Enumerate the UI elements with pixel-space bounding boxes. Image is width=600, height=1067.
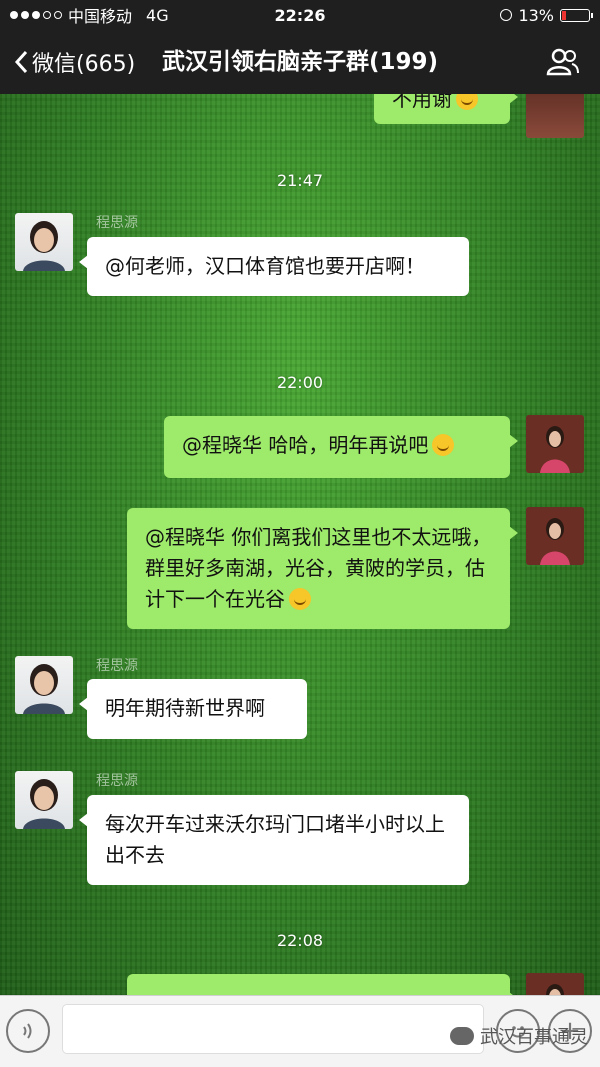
timestamp: 21:47: [276, 171, 324, 190]
battery-percent: 13%: [518, 5, 554, 25]
avatar-member[interactable]: [15, 771, 73, 829]
status-bar: 中国移动 4G 22:26 13%: [0, 0, 600, 30]
message-input[interactable]: [62, 1004, 484, 1054]
avatar-self[interactable]: [526, 94, 584, 138]
thinking-emoji-icon: [289, 588, 311, 610]
voice-icon[interactable]: [6, 1009, 50, 1053]
sender-name: 程思源: [96, 773, 138, 789]
message-bubble[interactable]: @程晓华 哈哈，明年再说吧: [164, 416, 518, 478]
message-bubble-partial[interactable]: [127, 974, 518, 995]
message-text: @程晓华 哈哈，明年再说吧: [182, 433, 429, 457]
signal-icon: [10, 11, 62, 19]
sender-name: 程思源: [96, 215, 138, 231]
message-bubble[interactable]: 每次开车过来沃尔玛门口堵半小时以上出不去: [79, 795, 469, 885]
message-text: 明年期待新世界啊: [105, 696, 265, 720]
back-button[interactable]: 微信(665): [14, 30, 135, 94]
avatar-member[interactable]: [15, 656, 73, 714]
battery-icon: [560, 8, 593, 22]
network-label: 4G: [146, 5, 169, 25]
message-bubble-partial[interactable]: 不用谢: [374, 94, 518, 124]
avatar-self[interactable]: [526, 973, 584, 995]
message-text: @何老师，汉口体育馆也要开店啊！: [105, 254, 425, 278]
sender-name: 程思源: [96, 658, 138, 674]
back-label: 微信(665): [32, 52, 136, 77]
carrier-label: 中国移动: [68, 7, 133, 26]
grin-emoji-icon: [432, 434, 455, 456]
message-bubble[interactable]: @程晓华 你们离我们这里也不太远哦，群里好多南湖，光谷，黄陂的学员，估计下一个在…: [127, 508, 518, 629]
avatar-self[interactable]: [526, 507, 584, 565]
navigation-bar: 微信(665) 武汉引领右脑亲子群(199): [0, 30, 600, 94]
message-text: 不用谢: [392, 94, 452, 111]
message-list[interactable]: 不用谢 21:47 程思源 @何老师，汉口体育馆也要开店啊！ 22:00 @程晓…: [0, 94, 600, 995]
message-text: @程晓华 你们离我们这里也不太远哦，群里好多南湖，光谷，黄陂的学员，估计下一个在…: [145, 525, 492, 611]
message-bubble[interactable]: @何老师，汉口体育馆也要开店啊！: [79, 237, 469, 296]
message-text: 每次开车过来沃尔玛门口堵半小时以上出不去: [105, 812, 445, 867]
chevron-left-icon: [14, 50, 28, 74]
watermark-text: 武汉百事通灵: [480, 1027, 588, 1048]
smile-emoji-icon: [456, 94, 478, 110]
rotation-lock-icon: [500, 9, 513, 21]
group-members-icon[interactable]: [546, 48, 580, 80]
avatar-member[interactable]: [15, 213, 73, 271]
avatar-self[interactable]: [526, 415, 584, 473]
timestamp: 22:00: [276, 373, 324, 392]
message-bubble[interactable]: 明年期待新世界啊: [79, 679, 307, 739]
watermark: 武汉百事通灵: [450, 1023, 588, 1049]
timestamp: 22:08: [276, 931, 324, 950]
input-bar: + 武汉百事通灵: [0, 995, 600, 1067]
wechat-logo-icon: [450, 1027, 474, 1045]
